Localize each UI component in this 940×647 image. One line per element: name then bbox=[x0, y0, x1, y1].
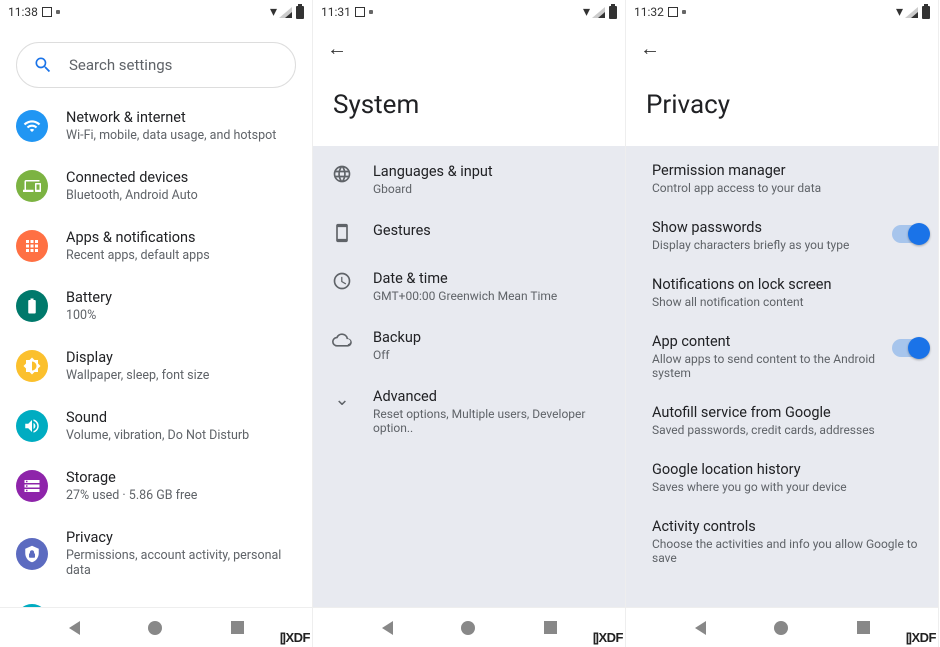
privacy-screen: 11:32 ▾ ← Privacy Permission manager Con… bbox=[626, 0, 939, 647]
search-input[interactable]: Search settings bbox=[16, 42, 296, 88]
system-panel: Languages & input Gboard Gestures Date &… bbox=[313, 146, 625, 607]
settings-row-battery[interactable]: Battery 100% bbox=[0, 276, 312, 336]
row-backup[interactable]: Backup Off bbox=[313, 316, 625, 375]
devices-icon bbox=[16, 170, 48, 202]
status-app-icon bbox=[42, 7, 52, 17]
wifi-icon: ▾ bbox=[270, 5, 277, 19]
globe-icon bbox=[331, 163, 353, 185]
settings-row-connected[interactable]: Connected devices Bluetooth, Android Aut… bbox=[0, 156, 312, 216]
row-advanced[interactable]: ⌄ Advanced Reset options, Multiple users… bbox=[313, 375, 625, 448]
status-time: 11:32 bbox=[634, 5, 664, 19]
status-bar: 11:32 ▾ bbox=[626, 0, 938, 24]
apps-icon bbox=[16, 230, 48, 262]
settings-sub: Wi-Fi, mobile, data usage, and hotspot bbox=[66, 128, 276, 143]
nav-home-icon[interactable] bbox=[148, 621, 162, 635]
settings-row-location[interactable]: Location bbox=[0, 591, 312, 607]
row-location-history[interactable]: Google location history Saves where you … bbox=[626, 449, 938, 506]
status-dot-icon bbox=[369, 10, 373, 14]
back-icon[interactable]: ← bbox=[640, 36, 660, 61]
row-activity-controls[interactable]: Activity controls Choose the activities … bbox=[626, 506, 938, 577]
privacy-panel: Permission manager Control app access to… bbox=[626, 146, 938, 607]
nav-back-icon[interactable] bbox=[69, 621, 80, 635]
status-time: 11:31 bbox=[321, 5, 351, 19]
nav-back-icon[interactable] bbox=[382, 621, 393, 635]
nav-home-icon[interactable] bbox=[461, 621, 475, 635]
battery-icon bbox=[609, 6, 617, 19]
nav-back-icon[interactable] bbox=[695, 621, 706, 635]
status-bar: 11:31 ▾ bbox=[313, 0, 625, 24]
search-placeholder: Search settings bbox=[69, 56, 172, 74]
toggle-app-content[interactable] bbox=[892, 339, 926, 357]
row-languages[interactable]: Languages & input Gboard bbox=[313, 150, 625, 209]
nav-bar: ]XDF bbox=[626, 607, 938, 647]
settings-row-storage[interactable]: Storage 27% used · 5.86 GB free bbox=[0, 456, 312, 516]
nav-bar: ]XDF bbox=[0, 607, 312, 647]
signal-icon bbox=[279, 7, 292, 18]
nav-recent-icon[interactable] bbox=[544, 621, 557, 634]
watermark-label: ]XDF bbox=[593, 630, 623, 645]
battery-icon bbox=[296, 6, 304, 19]
settings-row-network[interactable]: Network & internet Wi-Fi, mobile, data u… bbox=[0, 96, 312, 156]
row-permission-manager[interactable]: Permission manager Control app access to… bbox=[626, 150, 938, 207]
clock-icon bbox=[331, 270, 353, 292]
settings-row-display[interactable]: Display Wallpaper, sleep, font size bbox=[0, 336, 312, 396]
storage-icon bbox=[16, 470, 48, 502]
settings-main-screen: 11:38 ▾ Search settings Network & intern… bbox=[0, 0, 313, 647]
page-title: System bbox=[313, 72, 625, 146]
row-show-passwords[interactable]: Show passwords Display characters briefl… bbox=[626, 207, 938, 264]
signal-icon bbox=[905, 7, 918, 18]
row-datetime[interactable]: Date & time GMT+00:00 Greenwich Mean Tim… bbox=[313, 257, 625, 316]
battery-icon bbox=[922, 6, 930, 19]
chevron-down-icon: ⌄ bbox=[331, 388, 353, 410]
settings-row-sound[interactable]: Sound Volume, vibration, Do Not Disturb bbox=[0, 396, 312, 456]
system-screen: 11:31 ▾ ← System Languages & input Gboar… bbox=[313, 0, 626, 647]
volume-icon bbox=[16, 410, 48, 442]
status-dot-icon bbox=[56, 10, 60, 14]
nav-bar: ]XDF bbox=[313, 607, 625, 647]
nav-recent-icon[interactable] bbox=[231, 621, 244, 634]
row-autofill[interactable]: Autofill service from Google Saved passw… bbox=[626, 392, 938, 449]
watermark-label: ]XDF bbox=[280, 630, 310, 645]
row-app-content[interactable]: App content Allow apps to send content t… bbox=[626, 321, 938, 392]
battery-row-icon bbox=[16, 290, 48, 322]
wifi-icon bbox=[16, 110, 48, 142]
status-app-icon bbox=[668, 7, 678, 17]
display-icon bbox=[16, 350, 48, 382]
settings-title: Network & internet bbox=[66, 109, 276, 126]
settings-row-privacy[interactable]: Privacy Permissions, account activity, p… bbox=[0, 516, 312, 591]
status-app-icon bbox=[355, 7, 365, 17]
toggle-show-passwords[interactable] bbox=[892, 225, 926, 243]
page-title: Privacy bbox=[626, 72, 938, 146]
status-time: 11:38 bbox=[8, 5, 38, 19]
status-dot-icon bbox=[682, 10, 686, 14]
back-icon[interactable]: ← bbox=[327, 36, 347, 61]
search-icon bbox=[33, 55, 53, 75]
signal-icon bbox=[592, 7, 605, 18]
row-notifications-lock[interactable]: Notifications on lock screen Show all no… bbox=[626, 264, 938, 321]
wifi-icon: ▾ bbox=[896, 5, 903, 19]
row-gestures[interactable]: Gestures bbox=[313, 209, 625, 257]
phone-icon bbox=[331, 222, 353, 244]
status-bar: 11:38 ▾ bbox=[0, 0, 312, 24]
watermark-label: ]XDF bbox=[906, 630, 936, 645]
settings-row-apps[interactable]: Apps & notifications Recent apps, defaul… bbox=[0, 216, 312, 276]
wifi-icon: ▾ bbox=[583, 5, 590, 19]
cloud-icon bbox=[331, 329, 353, 351]
settings-list: Network & internet Wi-Fi, mobile, data u… bbox=[0, 96, 312, 607]
nav-recent-icon[interactable] bbox=[857, 621, 870, 634]
privacy-icon bbox=[16, 538, 48, 570]
nav-home-icon[interactable] bbox=[774, 621, 788, 635]
